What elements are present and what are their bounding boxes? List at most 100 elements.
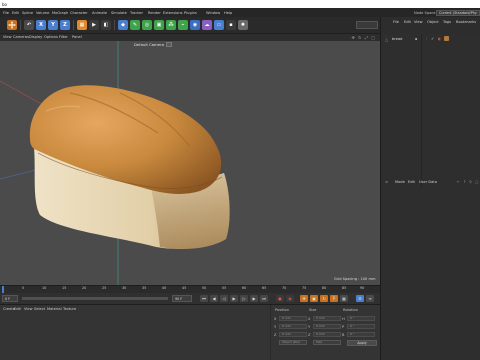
size-mode-dropdown[interactable]: Size — [313, 340, 341, 345]
coord-tab-position[interactable]: Position — [275, 308, 289, 312]
render-view-icon[interactable]: ▶ — [89, 20, 99, 30]
record-icon[interactable]: ● — [276, 295, 284, 302]
menu-spline[interactable]: Spline — [22, 11, 33, 15]
vp-menu-cameras[interactable]: Cameras — [13, 35, 29, 39]
goto-start-icon[interactable]: ⏮ — [200, 295, 208, 302]
tab-material[interactable]: Material — [47, 307, 62, 311]
tab-select[interactable]: Select — [34, 307, 45, 311]
rot-p-field[interactable]: 0 ° — [347, 324, 375, 329]
spline-pen-icon[interactable]: ✎ — [130, 20, 140, 30]
menu-file[interactable]: File — [3, 11, 9, 15]
pos-y-field[interactable]: 0 mm — [279, 324, 307, 329]
x-axis-lock-icon[interactable]: X — [36, 20, 46, 30]
object-manager[interactable]: △ bread ▪ ⁚ ✓ ◐ — [381, 34, 480, 191]
undo-icon[interactable]: ↶ — [24, 20, 34, 30]
size-x-field[interactable]: 0 mm — [313, 316, 341, 321]
render-region-icon[interactable]: ▦ — [77, 20, 87, 30]
vp-menu-options[interactable]: Options — [44, 35, 58, 39]
attr-nav-icons[interactable]: ← ↑ ⚲ ▢ — [457, 180, 479, 184]
sky-icon[interactable]: ☁ — [202, 20, 212, 30]
key-pla-icon[interactable]: ▦ — [340, 295, 348, 302]
attributes-manager[interactable] — [381, 188, 480, 360]
next-key-icon[interactable]: ▶ — [250, 295, 258, 302]
menu-character[interactable]: Character — [70, 11, 88, 15]
autokey-icon[interactable]: ◉ — [286, 295, 294, 302]
preview-range-slider[interactable] — [22, 297, 168, 300]
menu-extensions[interactable]: Extensions — [163, 11, 183, 15]
vp-menu-filter[interactable]: Filter — [59, 35, 68, 39]
size-z-field[interactable]: 0 mm — [313, 332, 341, 337]
key-position-icon[interactable]: ✥ — [300, 295, 308, 302]
rot-h-field[interactable]: 0 ° — [347, 316, 375, 321]
menu-simulate[interactable]: Simulate — [111, 11, 127, 15]
menu-help[interactable]: Help — [224, 11, 232, 15]
vp-menu-panel[interactable]: Panel — [72, 35, 82, 39]
move-tool-icon[interactable] — [7, 20, 17, 30]
phong-tag-icon[interactable]: ◐ — [438, 36, 442, 41]
rot-b-field[interactable]: 0 ° — [347, 332, 375, 337]
render-settings-icon[interactable]: ◧ — [101, 20, 111, 30]
coord-tab-rotation[interactable]: Rotation — [343, 308, 358, 312]
floor-icon[interactable]: ▭ — [214, 20, 224, 30]
visibility-dots-icon[interactable]: ⁚ — [426, 37, 427, 41]
attr-menu-icon[interactable]: ≡ — [385, 180, 388, 184]
material-tag-icon[interactable] — [444, 36, 449, 41]
timeline-menu-icon[interactable]: ≡ — [366, 295, 374, 302]
deformer-icon[interactable]: ⌁ — [178, 20, 188, 30]
goto-end-icon[interactable]: ⏭ — [260, 295, 268, 302]
check-icon[interactable]: ✓ — [431, 36, 434, 41]
key-scale-icon[interactable]: ▣ — [310, 295, 318, 302]
tab-edit[interactable]: Edit — [14, 307, 21, 311]
viewport-nav-icons[interactable]: ✥ ↻ ⤢ ▢ — [352, 35, 377, 40]
tab-texture[interactable]: Texture — [63, 307, 76, 311]
camera-icon[interactable]: ▪ — [226, 20, 236, 30]
camera-toggle-icon[interactable] — [166, 42, 172, 47]
om-menu-file[interactable]: File — [393, 20, 399, 24]
om-menu-bookmarks[interactable]: Bookmarks — [456, 20, 476, 24]
attr-menu-edit[interactable]: Edit — [408, 180, 415, 184]
object-row-bread[interactable]: △ bread ▪ ⁚ ✓ ◐ — [383, 36, 480, 44]
pos-x-field[interactable]: 0 mm — [279, 316, 307, 321]
object-name[interactable]: bread — [392, 37, 402, 41]
play-icon[interactable]: ▶ — [230, 295, 238, 302]
array-icon[interactable]: ▣ — [154, 20, 164, 30]
command-search-input[interactable] — [356, 21, 378, 29]
node-space-select[interactable]: Current (Standard/Phy — [436, 10, 480, 16]
key-rotation-icon[interactable]: ↻ — [320, 295, 328, 302]
prev-key-icon[interactable]: ◀ — [210, 295, 218, 302]
timeline-ruler[interactable]: 0 5 10 15 20 25 30 35 40 45 50 55 60 65 … — [0, 285, 380, 294]
menu-volume[interactable]: Volume — [36, 11, 49, 15]
menu-tracker[interactable]: Tracker — [130, 11, 143, 15]
field-icon[interactable]: ◉ — [190, 20, 200, 30]
viewport-3d[interactable]: Default Camera Grid Spacing : 100 mm — [0, 41, 380, 285]
timeline-settings-icon[interactable]: ⚙ — [356, 295, 364, 302]
menu-window[interactable]: Window — [206, 11, 220, 15]
size-y-field[interactable]: 0 mm — [313, 324, 341, 329]
menu-render[interactable]: Render — [148, 11, 161, 15]
om-menu-edit[interactable]: Edit — [404, 20, 411, 24]
menu-animate[interactable]: Animate — [92, 11, 107, 15]
camera-label[interactable]: Default Camera — [134, 42, 164, 47]
om-menu-object[interactable]: Object — [427, 20, 439, 24]
light-icon[interactable]: ✹ — [238, 20, 248, 30]
end-frame-field[interactable]: 90 F — [172, 295, 192, 302]
cube-icon[interactable]: ◆ — [118, 20, 128, 30]
vp-menu-display[interactable]: Display — [29, 35, 42, 39]
attr-menu-userdata[interactable]: User Data — [419, 180, 437, 184]
attr-menu-mode[interactable]: Mode — [395, 180, 405, 184]
coord-tab-size[interactable]: Size — [309, 308, 316, 312]
start-frame-field[interactable]: 0 F — [2, 295, 18, 302]
om-menu-tags[interactable]: Tags — [443, 20, 451, 24]
z-axis-lock-icon[interactable]: Z — [60, 20, 70, 30]
tab-view[interactable]: View — [24, 307, 33, 311]
om-menu-view[interactable]: View — [414, 20, 423, 24]
next-frame-icon[interactable]: ▷ — [240, 295, 248, 302]
pos-z-field[interactable]: 0 mm — [279, 332, 307, 337]
cloner-icon[interactable]: ⁂ — [166, 20, 176, 30]
menu-edit[interactable]: Edit — [12, 11, 19, 15]
layer-icon[interactable]: ▪ — [415, 37, 417, 41]
y-axis-lock-icon[interactable]: Y — [48, 20, 58, 30]
coord-mode-dropdown[interactable]: Object (Rel) — [279, 340, 307, 345]
apply-button[interactable]: Apply — [347, 340, 377, 346]
key-param-icon[interactable]: P — [330, 295, 338, 302]
